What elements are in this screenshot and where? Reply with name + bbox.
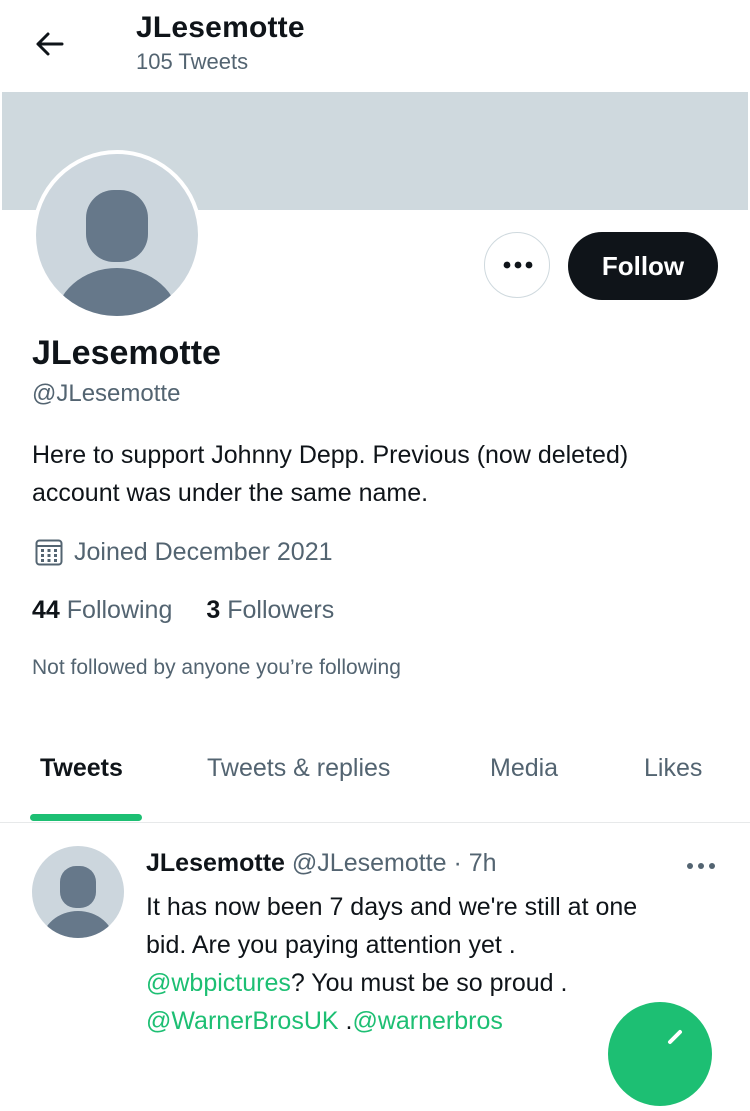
tweet-author-handle[interactable]: @JLesemotte bbox=[292, 849, 447, 877]
top-bar: JLesemotte 105 Tweets bbox=[0, 0, 750, 90]
tweet-text-sep: . bbox=[338, 1007, 353, 1035]
more-options-button[interactable] bbox=[484, 232, 550, 298]
profile-bio: Here to support Johnny Depp. Previous (n… bbox=[32, 441, 629, 507]
tab-likes[interactable]: Likes bbox=[644, 754, 702, 783]
following-link[interactable]: 44 Following bbox=[32, 596, 172, 624]
followers-link[interactable]: 3 Followers bbox=[206, 596, 334, 624]
tweet-author-name[interactable]: JLesemotte bbox=[146, 849, 285, 877]
joined-date: Joined December 2021 bbox=[32, 536, 333, 568]
compose-tweet-button[interactable] bbox=[608, 1002, 712, 1106]
tweet-time[interactable]: · 7h bbox=[453, 849, 496, 877]
default-avatar-icon bbox=[36, 154, 198, 316]
default-avatar-icon bbox=[42, 866, 114, 938]
follow-button[interactable]: Follow bbox=[568, 232, 718, 300]
tweet-text-line: bid. Are you paying attention yet . bbox=[146, 931, 516, 959]
tweet-avatar[interactable] bbox=[32, 846, 124, 938]
followers-count: 3 bbox=[206, 596, 221, 624]
calendar-icon bbox=[35, 539, 63, 566]
tab-tweets[interactable]: Tweets bbox=[40, 754, 123, 783]
profile-name: JLesemotte bbox=[32, 334, 221, 372]
follow-stats: 44 Following 3 Followers bbox=[32, 596, 334, 625]
tab-tweets-replies[interactable]: Tweets & replies bbox=[207, 754, 390, 783]
following-count: 44 bbox=[32, 596, 60, 624]
mention-link[interactable]: @WarnerBrosUK bbox=[146, 1007, 339, 1035]
joined-text: Joined December 2021 bbox=[74, 537, 333, 566]
divider bbox=[0, 822, 750, 823]
profile-avatar[interactable] bbox=[32, 150, 202, 320]
tweet-header: JLesemotte @JLesemotte · 7h bbox=[146, 849, 497, 878]
profile-handle: @JLesemotte bbox=[32, 380, 181, 407]
followers-label: Followers bbox=[227, 596, 335, 624]
more-horizontal-icon bbox=[687, 863, 715, 869]
arrow-left-icon bbox=[36, 32, 64, 56]
more-horizontal-icon bbox=[503, 261, 533, 269]
tab-media[interactable]: Media bbox=[490, 754, 558, 783]
not-followed-note: Not followed by anyone you’re following bbox=[32, 656, 401, 679]
active-tab-indicator bbox=[30, 814, 142, 821]
mention-link[interactable]: @warnerbros bbox=[352, 1007, 502, 1035]
tweet-count: 105 Tweets bbox=[136, 49, 249, 74]
tweet-text-line: ? You must be so proud . bbox=[290, 969, 568, 997]
tweet-more-button[interactable] bbox=[686, 858, 716, 876]
tweet-text-line: It has now been 7 days and we're still a… bbox=[146, 893, 638, 921]
back-button[interactable] bbox=[30, 24, 70, 64]
feather-plus-icon bbox=[668, 1030, 682, 1044]
following-label: Following bbox=[66, 596, 173, 624]
header-title: JLesemotte bbox=[136, 11, 305, 44]
mention-link[interactable]: @wbpictures bbox=[146, 969, 291, 997]
